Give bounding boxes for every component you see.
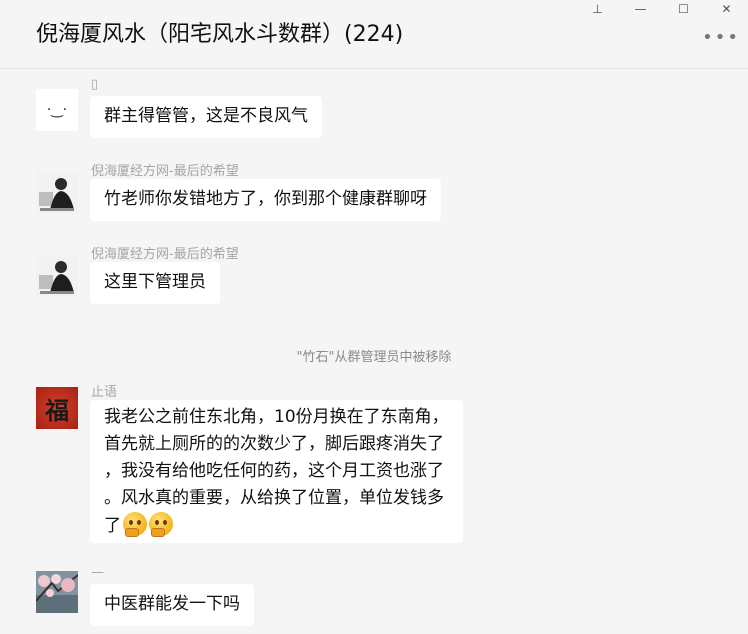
avatar[interactable]: ·‿· — [36, 89, 78, 131]
sender-name: 倪海厦经方网-最后的希望 — [91, 164, 239, 179]
message-bubble[interactable]: 我老公之前住东北角，10份月换在了东南角， 首先就上厕所的的次数少了，脚后跟疼消… — [90, 400, 463, 543]
fu-character-icon: 福 — [45, 396, 69, 425]
message-text: 了 — [104, 516, 121, 536]
photo-avatar-icon — [36, 172, 78, 214]
message-bubble[interactable]: 竹老师你发错地方了，你到那个健康群聊呀 — [90, 179, 441, 221]
message-bubble[interactable]: 这里下管理员 — [90, 262, 220, 304]
maximize-icon[interactable]: ☐ — [662, 0, 705, 18]
close-icon[interactable]: ✕ — [705, 0, 748, 18]
message-text-line: 。风水真的重要，从给换了位置，单位发钱多 — [104, 488, 444, 508]
message-text: 这里下管理员 — [104, 272, 206, 292]
sender-name: — — [91, 565, 104, 580]
message-text-line: 我老公之前住东北角，10份月换在了东南角， — [104, 407, 449, 427]
message-bubble[interactable]: 群主得管管，这是不良风气 — [90, 96, 322, 138]
system-notice: "竹石"从群管理员中被移除 — [296, 350, 452, 365]
message-text: 群主得管管，这是不良风气 — [104, 106, 308, 126]
message-list: ·‿· ▯ 群主得管管，这是不良风气 倪海厦经方网-最后的希望 竹老师你发错地方… — [0, 69, 748, 634]
cherry-blossom-avatar-icon — [36, 571, 78, 613]
photo-avatar-icon — [36, 255, 78, 297]
thinking-face-icon — [123, 512, 147, 537]
more-options-icon[interactable]: ••• — [702, 29, 740, 47]
pin-icon[interactable]: ⊥ — [576, 0, 619, 18]
thinking-face-icon — [149, 512, 173, 537]
avatar[interactable] — [36, 172, 78, 214]
message-text-line: 了 — [104, 512, 449, 540]
message-text-line: ，我没有给他吃任何的药，这个月工资也涨了 — [104, 461, 444, 481]
chat-header: 倪海厦风水（阳宅风水斗数群）(224) ⊥ — ☐ ✕ ••• — [0, 0, 748, 69]
message-bubble[interactable]: 中医群能发一下吗 — [90, 584, 254, 626]
message-text-line: 首先就上厕所的的次数少了，脚后跟疼消失了 — [104, 434, 444, 454]
chat-title: 倪海厦风水（阳宅风水斗数群）(224) — [36, 22, 404, 47]
sender-name: ▯ — [91, 77, 99, 92]
message-text: 竹老师你发错地方了，你到那个健康群聊呀 — [104, 189, 427, 209]
smiley-icon: ·‿· — [46, 102, 68, 118]
avatar[interactable] — [36, 255, 78, 297]
avatar[interactable] — [36, 571, 78, 613]
sender-name: 止语 — [91, 385, 118, 400]
window-controls: ⊥ — ☐ ✕ — [576, 0, 748, 18]
message-text: 中医群能发一下吗 — [104, 594, 240, 614]
minimize-icon[interactable]: — — [619, 0, 662, 18]
sender-name: 倪海厦经方网-最后的希望 — [91, 247, 239, 262]
avatar[interactable]: 福 — [36, 387, 78, 429]
